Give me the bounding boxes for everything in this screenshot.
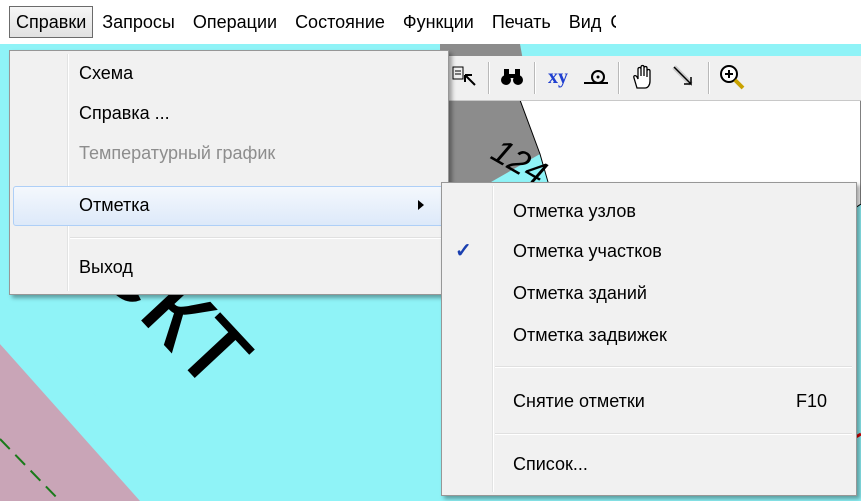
menu-item-temperature-graph[interactable]: Температурный график: [13, 135, 445, 173]
submenu-item-clear-mark[interactable]: Снятие отметки F10: [445, 383, 853, 421]
xy-label: xy: [548, 66, 568, 88]
menu-sostoyanie[interactable]: Состояние: [286, 6, 394, 38]
menu-funkcii[interactable]: Функции: [394, 6, 483, 38]
submenu-separator: [495, 433, 852, 435]
submenu-item-sections[interactable]: ✓ Отметка участков: [445, 233, 853, 271]
xy-coordinates-icon[interactable]: xy: [542, 60, 574, 94]
submenu-arrow-icon: [418, 200, 424, 210]
submenu-separator: [495, 366, 852, 368]
menu-item-schema[interactable]: Схема: [13, 55, 445, 93]
menu-cutoff[interactable]: С: [610, 6, 616, 38]
binoculars-icon[interactable]: [496, 60, 528, 94]
checkmark-icon: ✓: [455, 240, 472, 262]
menu-zaprosy[interactable]: Запросы: [93, 6, 184, 38]
menu-separator: [70, 237, 444, 239]
submenu-otmetka: Отметка узлов ✓ Отметка участков Отметка…: [441, 182, 857, 496]
submenu-item-nodes[interactable]: Отметка узлов: [445, 193, 853, 231]
menu-item-exit[interactable]: Выход: [13, 249, 445, 287]
select-pointer-icon[interactable]: [448, 60, 480, 94]
menu-spravki[interactable]: Справки: [9, 6, 94, 38]
menu-item-spravka[interactable]: Справка ...: [13, 95, 445, 133]
submenu-item-buildings[interactable]: Отметка зданий: [445, 275, 853, 313]
menu-spravki-dropdown: Схема Справка ... Температурный график О…: [9, 50, 449, 295]
shortcut-label: F10: [795, 391, 827, 411]
menu-item-otmetka[interactable]: Отметка: [13, 186, 445, 226]
menu-pechat[interactable]: Печать: [483, 6, 560, 38]
zoom-in-icon[interactable]: [716, 60, 748, 94]
toolbar: xy: [446, 56, 861, 101]
measure-icon[interactable]: [580, 60, 612, 94]
submenu-item-list[interactable]: Список...: [445, 446, 853, 484]
menu-vid[interactable]: Вид: [560, 6, 611, 38]
menu-operacii[interactable]: Операции: [184, 6, 286, 38]
menu-bar: Справки Запросы Операции Состояние Функц…: [0, 0, 861, 44]
submenu-item-valves[interactable]: Отметка задвижек: [445, 317, 853, 355]
arrow-pointer-icon[interactable]: [668, 60, 700, 94]
hand-pan-icon[interactable]: [626, 60, 658, 94]
